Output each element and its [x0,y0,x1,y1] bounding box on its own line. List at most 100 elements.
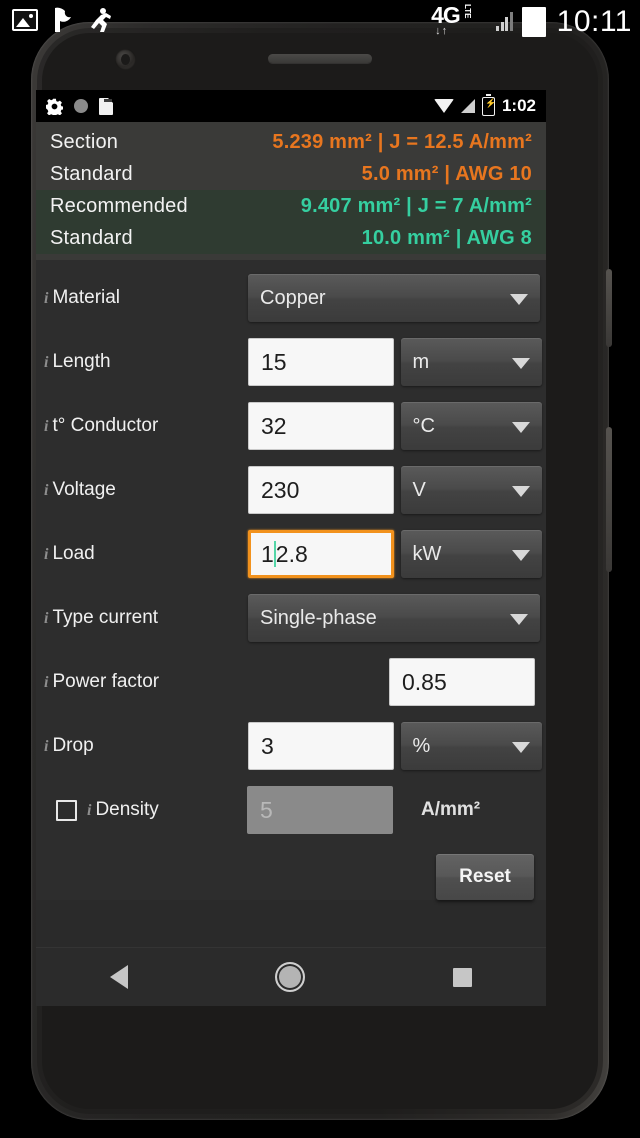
os-status-left-icons [12,7,112,33]
load-unit-dropdown[interactable]: kW [400,530,542,578]
info-icon[interactable]: i [44,353,48,372]
material-dropdown[interactable]: Copper [248,274,540,322]
label-text: Length [52,351,111,372]
info-icon[interactable]: i [87,801,91,820]
drop-input[interactable]: 3 [248,722,394,770]
field-row-density: i Density 5 A/mm² [36,778,546,842]
chevron-down-icon [512,486,530,497]
type-current-value: Single-phase [260,606,377,629]
results-panel: Section 5.239 mm² | J = 12.5 A/mm² Stand… [36,122,546,260]
density-unit-label: A/mm² [421,799,481,820]
result-row-section: Section 5.239 mm² | J = 12.5 A/mm² [36,126,546,158]
label-material: i Material [44,287,248,309]
load-input[interactable]: 1 2.8 [248,530,394,578]
voltage-unit-dropdown[interactable]: V [400,466,542,514]
length-unit-dropdown[interactable]: m [400,338,542,386]
field-row-power-factor: i Power factor 0.85 [36,650,546,714]
voltage-unit-value: V [412,478,426,501]
gear-icon [45,98,64,117]
result-label: Standard [50,226,133,249]
info-icon[interactable]: i [44,737,48,756]
data-transfer-arrows-icon: ↓↑ [435,25,449,37]
info-icon[interactable]: i [44,417,48,436]
conductor-temperature-input[interactable]: 32 [248,402,394,450]
info-icon[interactable]: i [44,481,48,500]
lte-sub-label: LTE [463,4,473,19]
load-value-before-caret: 1 [261,540,274,567]
field-row-type-current: i Type current Single-phase [36,586,546,650]
info-icon[interactable]: i [44,289,48,308]
length-input[interactable]: 15 [248,338,394,386]
chevron-down-icon [510,294,528,305]
chevron-down-icon [512,422,530,433]
length-unit-value: m [412,350,430,373]
result-row-standard-section: Standard 5.0 mm² | AWG 10 [36,158,546,190]
label-text: Type current [52,607,159,628]
reset-button[interactable]: Reset [436,854,534,900]
chevron-down-icon [512,742,530,753]
info-icon[interactable]: i [44,673,48,692]
volume-button[interactable] [606,269,612,347]
label-text: Load [52,543,95,564]
material-value: Copper [260,286,326,309]
label-drop: i Drop [44,735,248,757]
load-unit-value: kW [412,542,442,565]
reset-row: Reset [36,842,546,900]
density-checkbox[interactable] [56,799,77,821]
chevron-down-icon [512,358,530,369]
conductor-temperature-unit-value: °C [412,414,435,437]
screenshot-image-icon [12,9,38,31]
result-row-recommended: Recommended 9.407 mm² | J = 7 A/mm² [36,190,546,222]
sd-card-icon [99,97,113,115]
label-voltage: i Voltage [44,479,248,501]
field-row-drop: i Drop 3 % [36,714,546,778]
android-status-bar: ⚡ 1:02 [36,90,546,122]
recents-icon[interactable] [453,967,473,987]
field-row-material: i Material Copper [36,266,546,330]
battery-charging-icon: ⚡ [481,94,497,116]
conductor-temperature-value: 32 [261,412,287,439]
drop-value: 3 [261,732,274,759]
flag-icon [52,7,74,33]
circle-dot-icon [74,99,88,113]
label-text: Power factor [52,671,160,692]
earpiece-speaker [268,54,372,63]
calculator-form: i Material Copper i Length 15 m i t° Con… [36,260,546,900]
label-length: i Length [44,351,248,373]
drop-unit-dropdown[interactable]: % [400,722,542,770]
back-icon[interactable] [109,965,128,989]
chevron-down-icon [510,614,528,625]
result-label: Section [50,130,119,153]
result-value: 10.0 mm² | AWG 8 [361,226,532,249]
chevron-down-icon [512,550,530,561]
info-icon[interactable]: i [44,545,48,564]
cell-signal-icon [496,11,513,31]
status-notification-icons [45,97,113,117]
conductor-temperature-unit-dropdown[interactable]: °C [400,402,542,450]
screenshot-root: 4G LTE ↓↑ 10:11 ⚡ 1:02 Section 5.239 mm²… [0,0,640,1138]
field-row-load: i Load 1 2.8 kW [36,522,546,586]
power-factor-input[interactable]: 0.85 [389,658,535,706]
4g-lte-icon: 4G LTE ↓↑ [431,2,487,42]
result-value: 5.239 mm² | J = 12.5 A/mm² [272,130,532,153]
battery-bolt-glyph: ⚡ [485,98,497,108]
battery-icon [521,7,546,37]
device-clock: 1:02 [501,96,536,115]
wifi-icon [433,99,454,113]
label-text: t° Conductor [52,415,159,436]
length-value: 15 [261,348,287,375]
label-text: Density [95,799,159,820]
voltage-input[interactable]: 230 [248,466,394,514]
power-button[interactable] [606,427,612,572]
field-row-voltage: i Voltage 230 V [36,458,546,522]
label-type-current: i Type current [44,607,248,629]
label-text: Voltage [52,479,116,500]
type-current-dropdown[interactable]: Single-phase [248,594,540,642]
home-icon[interactable] [275,962,306,992]
label-text: Material [52,287,121,308]
info-icon[interactable]: i [44,609,48,628]
power-factor-value: 0.85 [402,668,447,695]
drop-unit-value: % [412,734,431,757]
activity-run-icon [88,7,112,33]
field-row-length: i Length 15 m [36,330,546,394]
